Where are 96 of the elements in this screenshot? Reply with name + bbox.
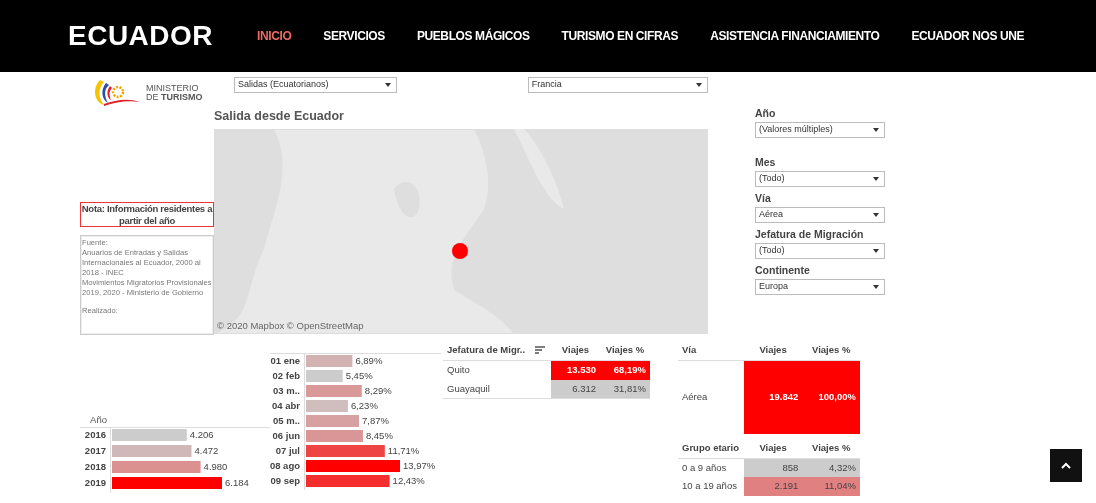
nav-link[interactable]: INICIO	[257, 27, 292, 45]
table-cell: 4,32%	[802, 458, 860, 478]
value-label: 6,89%	[355, 355, 383, 366]
nav-link[interactable]: TURISMO EN CIFRAS	[561, 27, 679, 45]
category-label: 05 m..	[273, 415, 300, 426]
filter-label: Año	[755, 107, 777, 120]
dropdown[interactable]: (Todo)	[755, 171, 885, 187]
ministry-name: MINISTERIO DE TURISMO	[146, 84, 203, 102]
caret-icon	[696, 83, 702, 87]
nav-link[interactable]: PUEBLOS MÁGICOS	[416, 27, 530, 45]
caret-icon	[873, 213, 879, 217]
category-label: 2018	[84, 461, 106, 472]
value-label: 6.184	[225, 477, 249, 488]
category-label: 2016	[84, 429, 106, 440]
dropdown[interactable]: Salidas (Ecuatorianos)	[234, 77, 397, 93]
filter-label: Vía	[755, 192, 772, 205]
table-cell: 2.191	[743, 477, 803, 496]
category-label: 2017	[84, 445, 106, 456]
value-label: 4.980	[203, 461, 228, 472]
nav-link[interactable]: ECUADOR NOS UNE	[911, 27, 1025, 45]
filter-label: Jefatura de Migración	[755, 228, 865, 241]
value-label: 7,87%	[362, 415, 389, 426]
category-label: 01 ene	[270, 355, 300, 366]
column-header: Viajes	[551, 340, 600, 361]
column-header: Grupo etario	[678, 437, 744, 459]
category-label: 03 m..	[273, 385, 300, 396]
sort-icon[interactable]	[535, 346, 546, 355]
value-label: 8,45%	[365, 430, 393, 441]
caret-icon	[873, 249, 879, 253]
caret-icon	[873, 285, 879, 289]
bar[interactable]	[306, 460, 400, 472]
caret-icon	[384, 83, 391, 87]
caret-icon	[873, 128, 879, 132]
column-header: Viajes	[743, 340, 803, 361]
bar[interactable]	[112, 477, 222, 489]
column-header: Viajes %	[802, 437, 860, 459]
table-cell: 13.530	[551, 360, 600, 380]
bar[interactable]	[306, 370, 343, 382]
bar[interactable]	[112, 445, 192, 457]
table-cell: Quito	[443, 360, 551, 380]
table-cell: 11,04%	[802, 477, 860, 496]
table-cell: 100,00%	[802, 360, 860, 434]
value-label: 8,29%	[364, 385, 392, 396]
bar[interactable]	[306, 355, 353, 367]
category-label: 06 jun	[272, 430, 300, 441]
dropdown[interactable]: (Todo)	[755, 243, 885, 259]
value-label: 13,97%	[403, 460, 436, 471]
category-label: 02 feb	[272, 370, 300, 381]
nav-link[interactable]: SERVICIOS	[323, 27, 385, 45]
brand-logo[interactable]: ECUADOR	[68, 15, 214, 57]
value-label: 12,43%	[392, 475, 425, 486]
value-label: 4.206	[189, 429, 214, 440]
bar[interactable]	[306, 445, 385, 457]
back-to-top-button[interactable]	[1050, 449, 1082, 482]
dropdown[interactable]: Francia	[527, 77, 708, 93]
axis-title: Año	[90, 414, 107, 425]
table-cell: Aérea	[678, 360, 744, 434]
value-label: 4.472	[194, 445, 219, 456]
category-label: 04 abr	[272, 400, 300, 411]
table-cell: 19.842	[743, 360, 803, 434]
dropdown[interactable]: Aérea	[755, 207, 885, 223]
column-header: Jefatura de Migr..	[447, 344, 526, 355]
table-cell: 0 a 9 años	[678, 458, 744, 478]
map-attribution: © 2020 Mapbox © OpenStreetMap	[217, 318, 364, 333]
caret-icon	[873, 177, 879, 181]
category-label: 08 ago	[270, 460, 300, 471]
category-label: 09 sep	[270, 475, 300, 486]
column-header: Viajes %	[600, 340, 650, 361]
bar[interactable]	[112, 461, 201, 473]
nav-link[interactable]: ASISTENCIA FINANCIAMIENTO	[710, 27, 880, 45]
bar[interactable]	[306, 400, 348, 412]
table-cell: Guayaquil	[443, 379, 551, 399]
filter-label: Mes	[755, 156, 777, 169]
category-label: 07 jul	[275, 445, 300, 456]
bar[interactable]	[306, 430, 363, 442]
bar[interactable]	[306, 475, 390, 487]
bar[interactable]	[112, 429, 187, 441]
bar[interactable]	[306, 385, 362, 397]
table-cell: 858	[743, 458, 803, 478]
map-drawing[interactable]	[214, 129, 708, 334]
table-cell: 68,19%	[600, 360, 650, 380]
filter-label: Continente	[755, 264, 811, 277]
value-label: 11,71%	[387, 445, 420, 456]
dropdown[interactable]: Europa	[755, 279, 885, 295]
value-label: 5,45%	[345, 370, 373, 381]
bar[interactable]	[306, 415, 359, 427]
map-title: Salida desde Ecuador	[214, 109, 345, 123]
category-label: 2019	[84, 477, 106, 488]
dropdown[interactable]: (Valores múltiples)	[755, 122, 885, 138]
column-header: Vía	[678, 340, 744, 361]
note-text: Nota: Información residentes a partir del año	[80, 202, 214, 227]
chevron-up-icon	[1061, 462, 1071, 469]
column-header: Viajes	[743, 437, 803, 459]
value-label: 6,23%	[350, 400, 378, 411]
column-header: Viajes %	[802, 340, 860, 361]
table-cell: 10 a 19 años	[678, 477, 744, 496]
